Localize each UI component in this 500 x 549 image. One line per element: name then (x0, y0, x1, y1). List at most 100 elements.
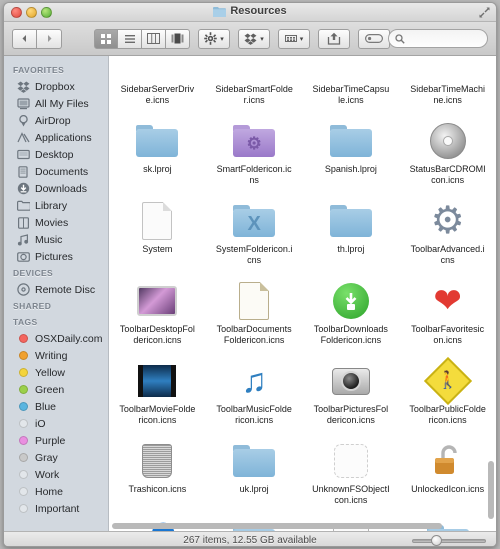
sidebar-tag-work[interactable]: Work (4, 466, 108, 483)
sidebar-tag-yellow[interactable]: Yellow (4, 364, 108, 381)
sidebar-item-all-my-files[interactable]: All My Files (4, 95, 108, 112)
sidebar-item-label: Important (35, 503, 79, 515)
sidebar-item-downloads[interactable]: Downloads (4, 180, 108, 197)
sidebar-item-applications[interactable]: Applications (4, 129, 108, 146)
file-label: uk.lproj (215, 484, 293, 495)
fullscreen-icon[interactable] (479, 7, 490, 18)
sidebar-item-movies[interactable]: Movies (4, 214, 108, 231)
file-item[interactable]: ♫ ToolbarMusicFoldericon.icns (206, 354, 303, 434)
sidebar-item-remote-disc[interactable]: Remote Disc (4, 281, 108, 298)
file-item[interactable]: X SystemFoldericon.icns (206, 194, 303, 274)
sidebar-item-library[interactable]: Library (4, 197, 108, 214)
sidebar-item-label: Movies (35, 217, 68, 229)
file-item[interactable]: UnlockedIcon.icns (399, 434, 496, 514)
sidebar-item-dropbox[interactable]: Dropbox (4, 78, 108, 95)
sidebar-item-pictures[interactable]: Pictures (4, 248, 108, 265)
system-folder-x-icon: X (231, 198, 277, 244)
file-item[interactable]: SidebarServerDrive.icns (109, 56, 206, 114)
tag-dot-icon (17, 502, 30, 515)
sidebar-tag-blue[interactable]: Blue (4, 398, 108, 415)
sidebar-tag-important[interactable]: Important (4, 500, 108, 517)
sidebar-item-label: iO (35, 418, 46, 430)
sidebar-tag-green[interactable]: Green (4, 381, 108, 398)
icon-size-slider[interactable] (412, 537, 486, 544)
file-item[interactable]: 🚶 ToolbarPublicFoldericon.icns (399, 354, 496, 434)
column-view-button[interactable] (142, 29, 166, 49)
sidebar-tag-osxdaily[interactable]: OSXDaily.com (4, 330, 108, 347)
file-item[interactable]: ToolbarPicturesFoldericon.icns (303, 354, 400, 434)
vertical-scrollbar[interactable] (488, 461, 494, 519)
list-view-button[interactable] (118, 29, 142, 49)
file-item[interactable]: SidebarTimeCapsule.icns (303, 56, 400, 114)
sidebar-item-label: Remote Disc (35, 284, 95, 296)
file-item[interactable]: ToolbarDesktopFoldericon.icns (109, 274, 206, 354)
file-item[interactable]: uk.lproj (206, 434, 303, 514)
sidebar[interactable]: FAVORITES Dropbox All My Files (4, 56, 109, 531)
title-bar: Resources (4, 3, 496, 22)
arrange-button[interactable]: ▾ (278, 29, 310, 49)
file-label: SystemFoldericon.icns (215, 244, 293, 265)
file-item[interactable]: ⚙ SmartFoldericon.icns (206, 114, 303, 194)
file-item[interactable]: Spanish.lproj (303, 114, 400, 194)
search-field[interactable] (388, 29, 488, 48)
desktop-wallpaper-icon (134, 278, 180, 324)
icon-view-button[interactable] (94, 29, 118, 49)
sidebar-item-desktop[interactable]: Desktop (4, 146, 108, 163)
file-label: StatusBarCDROMIcon.icns (409, 164, 487, 185)
file-item[interactable]: sk.lproj (109, 114, 206, 194)
public-sign-icon: 🚶 (425, 358, 471, 404)
file-item[interactable]: th.lproj (303, 194, 400, 274)
file-grid-area[interactable]: SidebarServerDrive.icns SidebarSmartFold… (109, 56, 496, 531)
file-item[interactable]: UnknownFSObjectIcon.icns (303, 434, 400, 514)
sidebar-tag-io[interactable]: iO (4, 415, 108, 432)
file-item[interactable]: ToolbarDocumentsFoldericon.icns (206, 274, 303, 354)
sidebar-item-label: Dropbox (35, 81, 75, 93)
share-button[interactable] (318, 29, 350, 49)
sidebar-item-label: Music (35, 234, 62, 246)
file-item[interactable]: SidebarTimeMachine.icns (399, 56, 496, 114)
sidebar-item-label: Green (35, 384, 64, 396)
file-item[interactable]: ⚙ ToolbarAdvanced.icns (399, 194, 496, 274)
sidebar-item-airdrop[interactable]: AirDrop (4, 112, 108, 129)
tag-dot-icon (17, 366, 30, 379)
sidebar-item-music[interactable]: Music (4, 231, 108, 248)
tag-button[interactable] (358, 29, 390, 49)
file-icon (328, 56, 374, 84)
back-button[interactable] (12, 29, 37, 49)
horizontal-scrollbar[interactable] (112, 523, 442, 529)
camera-icon (328, 358, 374, 404)
file-item[interactable]: ToolbarDownloadsFoldericon.icns (303, 274, 400, 354)
action-gear-button[interactable]: ▾ (198, 29, 230, 49)
forward-button[interactable] (37, 29, 62, 49)
sidebar-tag-purple[interactable]: Purple (4, 432, 108, 449)
sidebar-tag-writing[interactable]: Writing (4, 347, 108, 364)
search-input[interactable] (409, 33, 481, 44)
file-item[interactable]: Trashicon.icns (109, 434, 206, 514)
navigation-buttons (12, 29, 62, 49)
file-item[interactable]: SidebarSmartFolder.icns (206, 56, 303, 114)
file-label: ToolbarAdvanced.icns (409, 244, 487, 265)
file-item[interactable]: StatusBarCDROMIcon.icns (399, 114, 496, 194)
file-item[interactable]: ❤ ToolbarFavoritesicon.icns (399, 274, 496, 354)
file-label: System (118, 244, 196, 255)
file-label: sk.lproj (118, 164, 196, 175)
sidebar-header-shared: SHARED (4, 298, 108, 314)
folder-icon (231, 438, 277, 484)
file-label: ToolbarPicturesFoldericon.icns (312, 404, 390, 425)
sidebar-item-label: Blue (35, 401, 56, 413)
sidebar-header-devices: DEVICES (4, 265, 108, 281)
sidebar-tag-gray[interactable]: Gray (4, 449, 108, 466)
sidebar-item-label: Gray (35, 452, 58, 464)
sidebar-tag-home[interactable]: Home (4, 483, 108, 500)
sidebar-item-documents[interactable]: Documents (4, 163, 108, 180)
tag-dot-icon (17, 400, 30, 413)
file-label: SidebarSmartFolder.icns (215, 84, 293, 105)
dropbox-icon (17, 80, 30, 93)
download-circle-icon (328, 278, 374, 324)
file-item[interactable]: ToolbarMovieFoldericon.icns (109, 354, 206, 434)
file-item[interactable]: System (109, 194, 206, 274)
file-label: Spanish.lproj (312, 164, 390, 175)
slider-knob[interactable] (431, 535, 442, 546)
coverflow-view-button[interactable] (166, 29, 190, 49)
dropbox-button[interactable]: ▾ (238, 29, 270, 49)
